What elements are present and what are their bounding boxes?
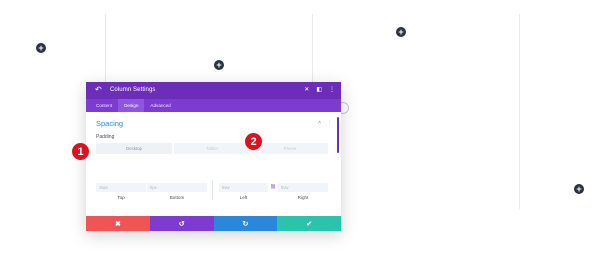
- more-options-icon[interactable]: ⋮: [327, 120, 332, 126]
- device-tabs: Desktop Tablet Phone: [96, 143, 328, 154]
- section-icons: ˄ ⋮: [318, 120, 332, 126]
- modal-header: ↶ Column Settings ✕ ◧ ⋮: [86, 82, 341, 99]
- redo-icon: ↻: [242, 220, 249, 228]
- split-view-icon[interactable]: ◧: [316, 86, 322, 93]
- padding-right-input[interactable]: 5vw: [278, 183, 328, 192]
- modal-footer: ✖ ↺ ↻ ✔: [86, 216, 341, 231]
- more-options-icon[interactable]: ⋮: [329, 86, 335, 93]
- save-button[interactable]: ✔: [277, 216, 341, 231]
- undo-button[interactable]: ↺: [149, 216, 214, 231]
- tab-design[interactable]: Design: [118, 99, 145, 112]
- modal-tabs: Content Design Advanced: [86, 99, 341, 112]
- step-badge-1: 1: [72, 143, 89, 160]
- left-caption: Left: [239, 195, 248, 200]
- device-tab-tablet[interactable]: Tablet: [174, 143, 250, 154]
- right-caption: Right: [297, 195, 309, 200]
- add-module-icon[interactable]: +: [214, 60, 224, 70]
- close-icon: ✖: [114, 220, 121, 228]
- modal-body: Spacing ˄ ⋮ Padding Desktop Tablet Phone…: [86, 112, 341, 216]
- link-values-icon[interactable]: ⛓: [270, 184, 276, 190]
- tab-content[interactable]: Content: [90, 99, 118, 112]
- device-tab-desktop[interactable]: Desktop: [96, 143, 172, 154]
- scrollbar[interactable]: [337, 117, 339, 153]
- padding-label: Padding: [96, 134, 115, 140]
- input-group-divider: [212, 180, 213, 200]
- padding-bottom-input[interactable]: 0px: [147, 183, 207, 192]
- padding-top-input[interactable]: 15px: [96, 183, 146, 192]
- add-row-icon[interactable]: +: [36, 43, 46, 53]
- column-divider: [519, 14, 520, 209]
- section-title-spacing[interactable]: Spacing: [96, 119, 123, 128]
- step-badge-2: 2: [245, 133, 262, 150]
- check-icon: ✔: [306, 220, 313, 228]
- top-caption: Top: [117, 195, 125, 200]
- tab-advanced[interactable]: Advanced: [144, 99, 176, 112]
- add-module-icon[interactable]: +: [574, 184, 584, 194]
- redo-button[interactable]: ↻: [213, 216, 278, 231]
- undo-icon: ↺: [178, 220, 185, 228]
- builder-canvas: + + + + ↶ Column Settings ✕ ◧ ⋮ Content …: [0, 0, 610, 254]
- column-settings-modal: ↶ Column Settings ✕ ◧ ⋮ Content Design A…: [86, 82, 341, 231]
- discard-button[interactable]: ✖: [86, 216, 150, 231]
- padding-left-input[interactable]: 5vw: [219, 183, 268, 192]
- header-icons: ✕ ◧ ⋮: [304, 86, 335, 93]
- close-icon[interactable]: ✕: [304, 86, 309, 93]
- add-module-icon[interactable]: +: [396, 27, 406, 37]
- device-tab-phone[interactable]: Phone: [252, 143, 328, 154]
- bottom-caption: Bottom: [169, 195, 185, 200]
- modal-title: Column Settings: [110, 87, 156, 93]
- back-arrow-icon[interactable]: ↶: [95, 85, 102, 94]
- chevron-up-icon[interactable]: ˄: [318, 120, 321, 126]
